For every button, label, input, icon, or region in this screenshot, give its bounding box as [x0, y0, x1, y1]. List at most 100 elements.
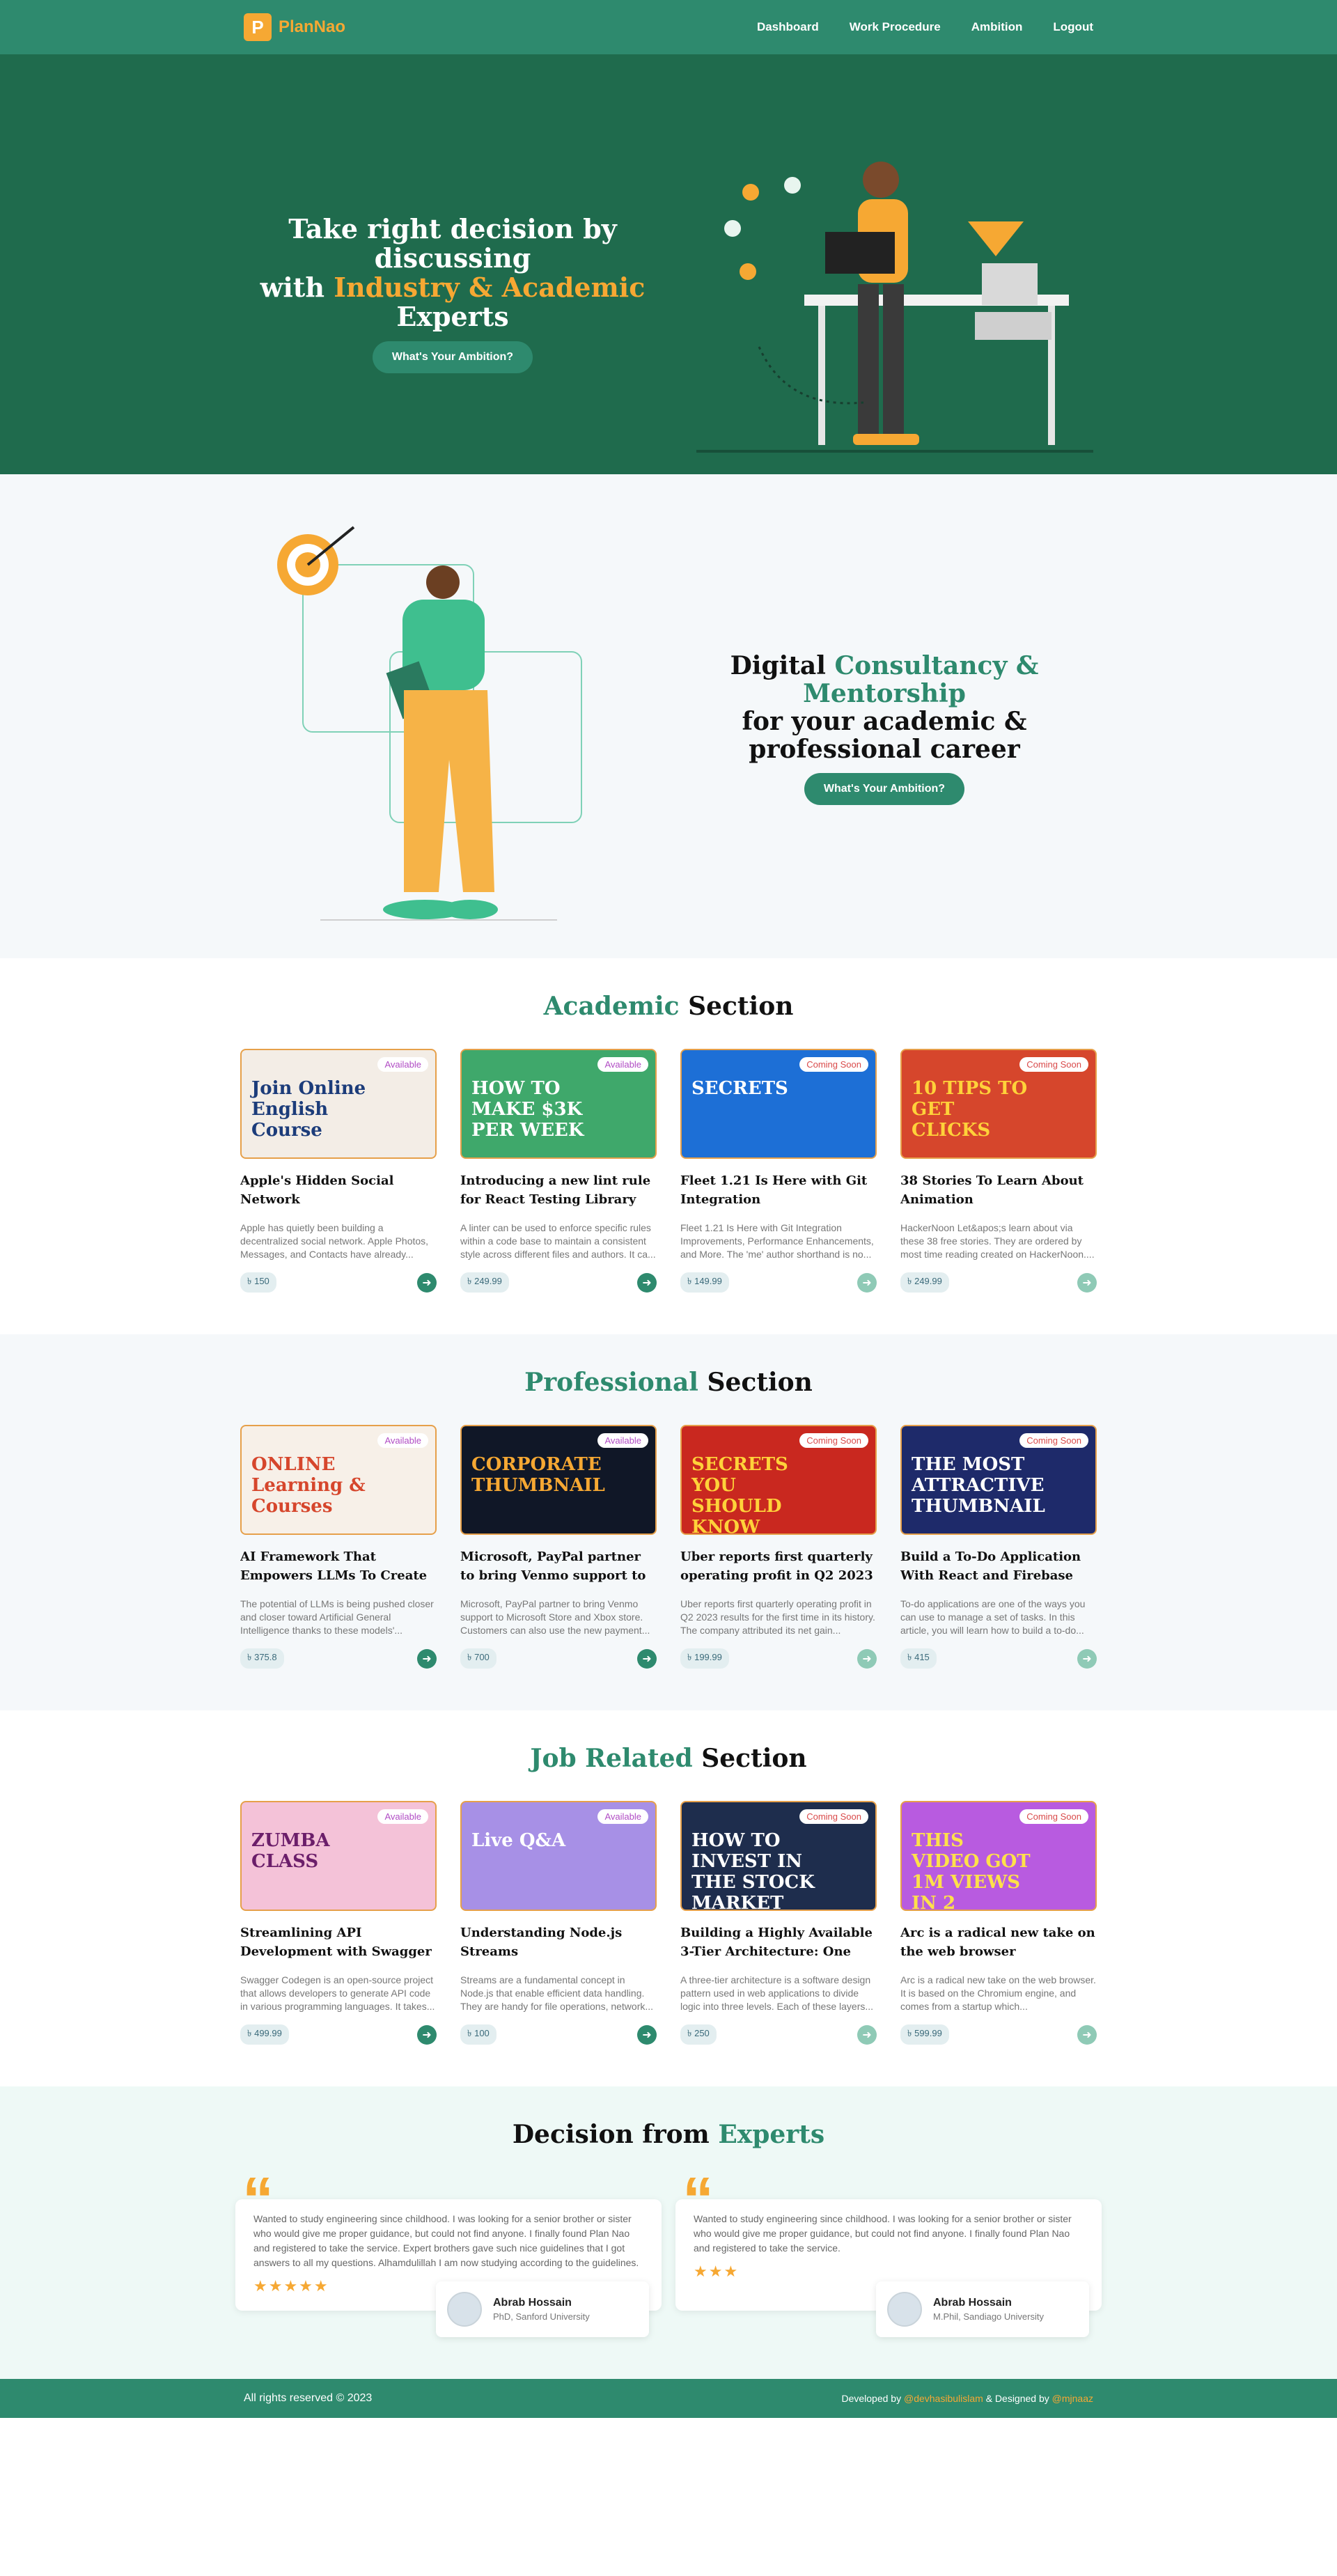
section-title-rest: Section	[698, 1368, 813, 1397]
course-card[interactable]: HOW TO INVEST IN THE STOCK MARKET Coming…	[680, 1801, 877, 2045]
status-badge: Available	[597, 1433, 648, 1448]
arrow-right-icon[interactable]: ➜	[857, 2024, 877, 2045]
card-description: Uber reports first quarterly operating p…	[680, 1598, 875, 1636]
arrow-right-icon[interactable]: ➜	[1077, 1272, 1097, 1293]
nav-link-logout[interactable]: Logout	[1053, 20, 1093, 34]
bulb-icon	[742, 184, 759, 201]
course-card[interactable]: CORPORATE THUMBNAIL Available Microsoft,…	[460, 1425, 657, 1669]
course-card[interactable]: THE MOST ATTRACTIVE THUMBNAIL Coming Soo…	[900, 1425, 1097, 1669]
card-title[interactable]: Introducing a new lint rule for React Te…	[460, 1171, 657, 1209]
person-shoe	[442, 900, 498, 919]
arrow-right-icon[interactable]: ➜	[637, 1272, 657, 1293]
testimonial-author: Abrab Hossain M.Phil, Sandiago Universit…	[876, 2281, 1089, 2337]
card-footer: ৳ 199.99 ➜	[680, 1648, 877, 1669]
course-card[interactable]: SECRETS Coming Soon Fleet 1.21 Is Here w…	[680, 1049, 877, 1293]
top-navbar: P PlanNao Dashboard Work Procedure Ambit…	[0, 0, 1337, 54]
consultancy-ambition-button[interactable]: What's Your Ambition?	[804, 773, 965, 805]
card-description: To-do applications are one of the ways y…	[900, 1598, 1086, 1636]
card-footer: ৳ 100 ➜	[460, 2024, 657, 2045]
card-footer: ৳ 249.99 ➜	[460, 1272, 657, 1293]
quote-icon: “	[682, 2165, 714, 2235]
course-section: Academic Section Join Online English Cou…	[0, 958, 1337, 1334]
card-title[interactable]: Build a To-Do Application With React and…	[900, 1547, 1097, 1585]
course-card[interactable]: THIS VIDEO GOT 1M VIEWS IN 2 WEEKS! Comi…	[900, 1801, 1097, 2045]
card-title[interactable]: AI Framework That Empowers LLMs To Creat…	[240, 1547, 437, 1585]
card-description: Apple has quietly been building a decent…	[240, 1222, 429, 1260]
card-title[interactable]: Arc is a radical new take on the web bro…	[900, 1923, 1097, 1961]
course-card[interactable]: ONLINE Learning & Courses Available AI F…	[240, 1425, 437, 1669]
card-thumbnail[interactable]: ZUMBA CLASS Available	[240, 1801, 437, 1911]
nav-link-ambition[interactable]: Ambition	[971, 20, 1023, 34]
thumbnail-text: ONLINE Learning & Courses	[251, 1454, 366, 1517]
card-thumbnail[interactable]: Join Online English Course Available	[240, 1049, 437, 1159]
card-title[interactable]: Apple's Hidden Social Network	[240, 1171, 437, 1209]
card-thumbnail[interactable]: Live Q&A Available	[460, 1801, 657, 1911]
arrow-right-icon[interactable]: ➜	[1077, 2024, 1097, 2045]
arrow-right-icon[interactable]: ➜	[637, 2024, 657, 2045]
arrow-right-icon[interactable]: ➜	[637, 1648, 657, 1669]
arrow-right-icon[interactable]: ➜	[1077, 1648, 1097, 1669]
card-description: The potential of LLMs is being pushed cl…	[240, 1598, 434, 1636]
card-thumbnail[interactable]: HOW TO MAKE $3K PER WEEK Available	[460, 1049, 657, 1159]
arrow-right-icon[interactable]: ➜	[857, 1648, 877, 1669]
card-title[interactable]: 38 Stories To Learn About Animation	[900, 1171, 1097, 1209]
thumbnail-text: THIS VIDEO GOT 1M VIEWS IN 2 WEEKS!	[912, 1830, 1031, 1911]
testimonials-section: Decision from Experts Wanted to study en…	[0, 2086, 1337, 2379]
section-title-highlight: Job Related	[530, 1744, 693, 1773]
status-badge: Coming Soon	[799, 1809, 868, 1824]
card-thumbnail[interactable]: CORPORATE THUMBNAIL Available	[460, 1425, 657, 1535]
arrow-right-icon[interactable]: ➜	[857, 1272, 877, 1293]
developer-link[interactable]: @devhasibulislam	[904, 2393, 983, 2404]
status-badge: Available	[377, 1809, 428, 1824]
desk-leg	[818, 306, 825, 445]
course-card[interactable]: Join Online English Course Available App…	[240, 1049, 437, 1293]
thumbnail-text: 10 TIPS TO GET CLICKS	[912, 1078, 1028, 1141]
card-footer: ৳ 150 ➜	[240, 1272, 437, 1293]
testimonial-quote: Wanted to study engineering since childh…	[253, 2213, 639, 2268]
hero-title-line1: Take right decision by discussing	[288, 213, 617, 274]
arrow-right-icon[interactable]: ➜	[417, 1648, 437, 1669]
card-thumbnail[interactable]: ONLINE Learning & Courses Available	[240, 1425, 437, 1535]
testimonials-title-highlight: Experts	[718, 2120, 825, 2149]
card-title[interactable]: Fleet 1.21 Is Here with Git Integration …	[680, 1171, 877, 1209]
course-card[interactable]: SECRETS YOU SHOULD KNOW Coming Soon Uber…	[680, 1425, 877, 1669]
course-card[interactable]: Live Q&A Available Understanding Node.js…	[460, 1801, 657, 2045]
price-badge: ৳ 700	[460, 1648, 497, 1669]
credits-dev-pre: Developed by	[841, 2393, 904, 2404]
hero-text: Take right decision by discussing with I…	[237, 214, 668, 373]
card-description: A three-tier architecture is a software …	[680, 1974, 874, 2012]
course-card[interactable]: HOW TO MAKE $3K PER WEEK Available Intro…	[460, 1049, 657, 1293]
card-title[interactable]: Understanding Node.js Streams	[460, 1923, 657, 1961]
logo[interactable]: P PlanNao	[244, 13, 345, 41]
avatar	[887, 2292, 922, 2327]
card-thumbnail[interactable]: SECRETS YOU SHOULD KNOW Coming Soon	[680, 1425, 877, 1535]
card-thumbnail[interactable]: HOW TO INVEST IN THE STOCK MARKET Coming…	[680, 1801, 877, 1911]
testimonial-card: Wanted to study engineering since childh…	[235, 2169, 662, 2337]
card-thumbnail[interactable]: THIS VIDEO GOT 1M VIEWS IN 2 WEEKS! Comi…	[900, 1801, 1097, 1911]
card-thumbnail[interactable]: 10 TIPS TO GET CLICKS Coming Soon	[900, 1049, 1097, 1159]
nav-link-dashboard[interactable]: Dashboard	[757, 20, 819, 34]
price-badge: ৳ 249.99	[900, 1272, 949, 1293]
copyright-text: All rights reserved © 2023	[244, 2392, 373, 2404]
course-card[interactable]: ZUMBA CLASS Available Streamlining API D…	[240, 1801, 437, 2045]
card-thumbnail[interactable]: SECRETS Coming Soon	[680, 1049, 877, 1159]
hero-illustration	[696, 162, 1093, 453]
designer-link[interactable]: @mjnaaz	[1052, 2393, 1093, 2404]
course-card[interactable]: 10 TIPS TO GET CLICKS Coming Soon 38 Sto…	[900, 1049, 1097, 1293]
author-name: Abrab Hossain	[493, 2297, 572, 2309]
person-shoe	[879, 434, 919, 445]
arrow-right-icon[interactable]: ➜	[417, 2024, 437, 2045]
card-title[interactable]: Microsoft, PayPal partner to bring Venmo…	[460, 1547, 657, 1585]
price-badge: ৳ 149.99	[680, 1272, 729, 1293]
price-badge: ৳ 375.8	[240, 1648, 284, 1669]
card-title[interactable]: Building a Highly Available 3-Tier Archi…	[680, 1923, 877, 1961]
card-title[interactable]: Uber reports first quarterly operating p…	[680, 1547, 877, 1585]
arrow-right-icon[interactable]: ➜	[417, 1272, 437, 1293]
nav-link-work-procedure[interactable]: Work Procedure	[850, 20, 941, 34]
status-badge: Available	[597, 1057, 648, 1072]
hero-ambition-button[interactable]: What's Your Ambition?	[372, 341, 533, 373]
house-icon	[740, 263, 756, 280]
card-thumbnail[interactable]: THE MOST ATTRACTIVE THUMBNAIL Coming Soo…	[900, 1425, 1097, 1535]
card-title[interactable]: Streamlining API Development with Swagge…	[240, 1923, 437, 1961]
card-footer: ৳ 375.8 ➜	[240, 1648, 437, 1669]
